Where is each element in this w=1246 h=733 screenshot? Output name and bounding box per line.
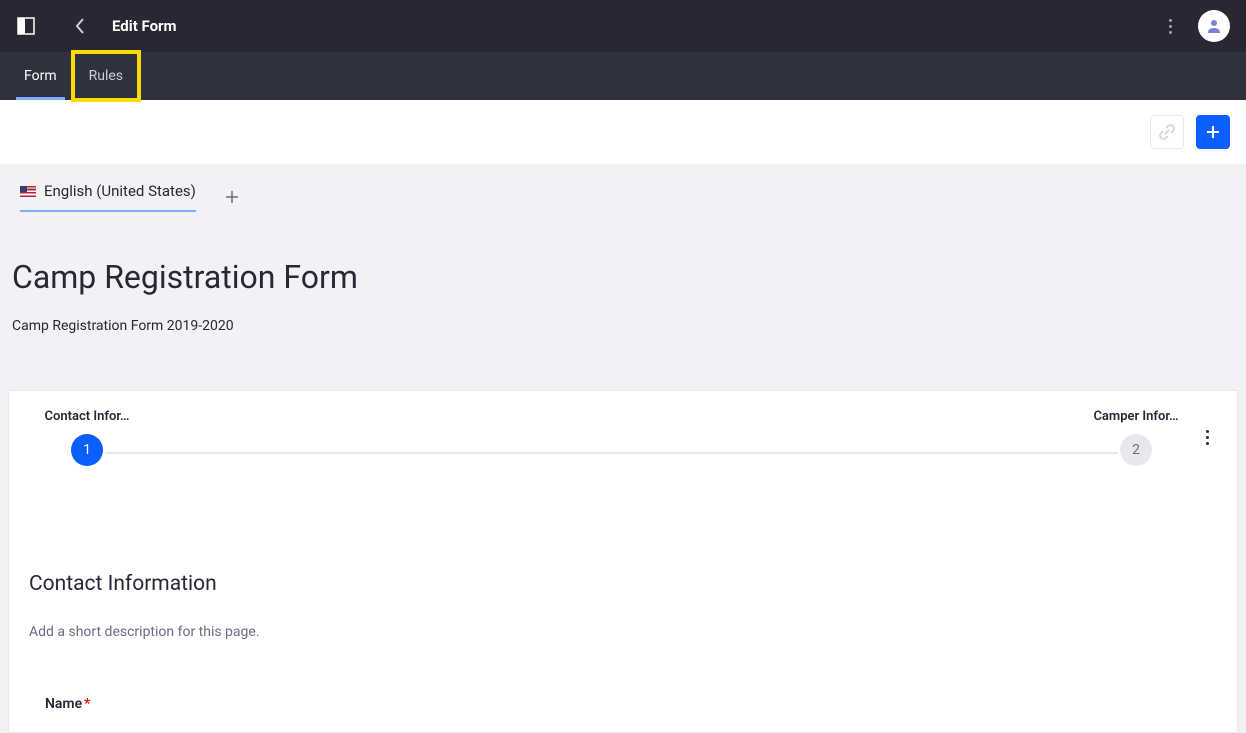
tab-rules[interactable]: Rules bbox=[73, 52, 139, 100]
flag-icon-us bbox=[20, 186, 36, 197]
header-bar: Edit Form bbox=[0, 0, 1246, 52]
content-area: English (United States) Camp Registratio… bbox=[0, 164, 1246, 733]
plus-icon bbox=[1205, 124, 1221, 140]
language-label: English (United States) bbox=[44, 182, 196, 200]
step-label: Contact Infor… bbox=[45, 409, 130, 424]
back-button[interactable] bbox=[60, 6, 100, 46]
section-body: Contact Information Add a short descript… bbox=[9, 494, 1237, 732]
step-circle: 2 bbox=[1120, 434, 1152, 466]
toolbar bbox=[0, 100, 1246, 164]
header-more-button[interactable] bbox=[1150, 6, 1190, 46]
section-description[interactable]: Add a short description for this page. bbox=[29, 624, 1217, 640]
add-button[interactable] bbox=[1196, 115, 1230, 149]
sidebar-icon bbox=[17, 17, 35, 35]
form-title[interactable]: Camp Registration Form bbox=[8, 212, 1238, 296]
field-name-label: Name* bbox=[29, 696, 1217, 712]
tabs-bar: Form Rules bbox=[0, 52, 1246, 100]
form-card: Contact Infor… 1 Camper Infor… 2 Contact… bbox=[8, 390, 1238, 733]
language-tabs: English (United States) bbox=[8, 164, 1238, 212]
field-label-text: Name bbox=[45, 696, 82, 712]
language-tab-english[interactable]: English (United States) bbox=[20, 182, 196, 212]
step-circle: 1 bbox=[71, 434, 103, 466]
link-button[interactable] bbox=[1150, 115, 1184, 149]
add-language-button[interactable] bbox=[220, 185, 244, 209]
required-indicator: * bbox=[84, 696, 90, 712]
stepper: Contact Infor… 1 Camper Infor… 2 bbox=[9, 391, 1237, 494]
stepper-more-button[interactable] bbox=[1206, 430, 1209, 445]
tab-form[interactable]: Form bbox=[8, 52, 73, 100]
link-icon bbox=[1159, 124, 1175, 140]
page-title: Edit Form bbox=[112, 17, 177, 35]
more-vertical-icon bbox=[1169, 19, 1172, 34]
chevron-left-icon bbox=[75, 18, 85, 34]
step-2[interactable]: Camper Infor… 2 bbox=[1086, 409, 1186, 466]
section-title[interactable]: Contact Information bbox=[29, 572, 1217, 596]
step-1[interactable]: Contact Infor… 1 bbox=[37, 409, 137, 466]
plus-icon bbox=[225, 190, 239, 204]
more-vertical-icon bbox=[1206, 430, 1209, 445]
step-label: Camper Infor… bbox=[1093, 409, 1178, 424]
step-connector bbox=[105, 452, 1118, 454]
form-subtitle[interactable]: Camp Registration Form 2019-2020 bbox=[8, 296, 1238, 334]
user-icon bbox=[1206, 18, 1222, 34]
sidebar-toggle-button[interactable] bbox=[16, 16, 36, 36]
user-avatar-button[interactable] bbox=[1198, 10, 1230, 42]
